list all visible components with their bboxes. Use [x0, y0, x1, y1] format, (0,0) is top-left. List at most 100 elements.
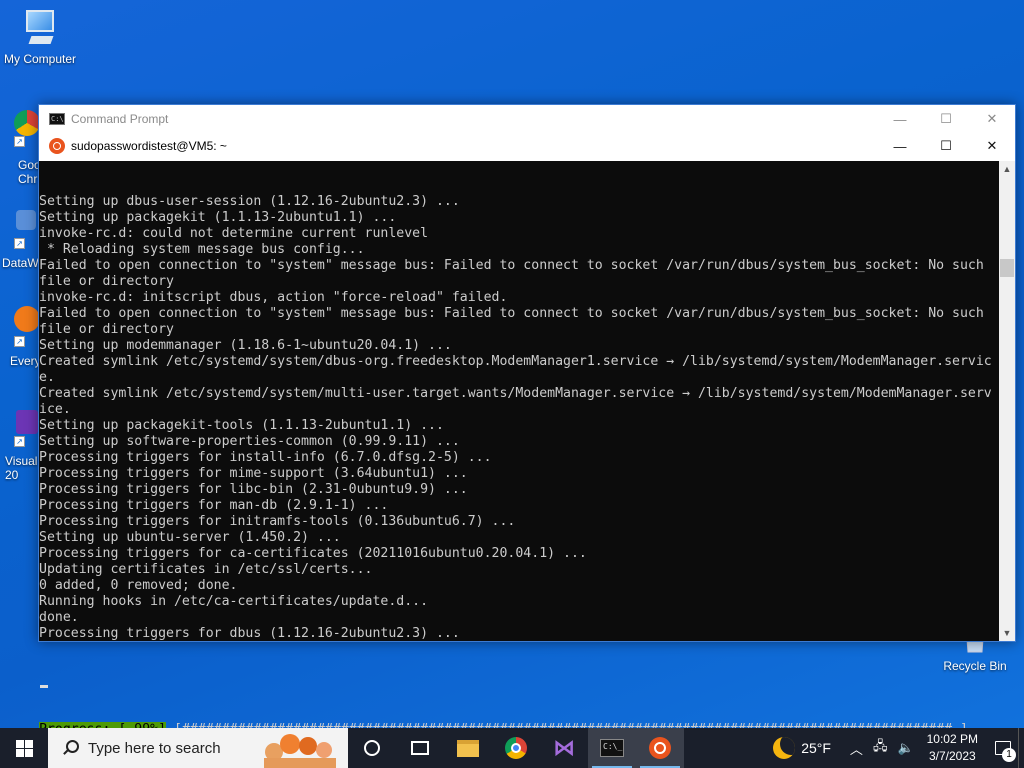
notification-count-badge: 1 — [1002, 748, 1016, 762]
terminal-line: ice. — [39, 402, 71, 417]
close-button[interactable]: ✕ — [969, 105, 1015, 133]
terminal-line: Processing triggers for ca-certificates … — [39, 546, 587, 561]
visual-studio-icon: ⋈ — [553, 735, 575, 761]
terminal-line: Setting up modemmanager (1.18.6-1~ubuntu… — [39, 338, 452, 353]
windows-logo-icon — [15, 739, 33, 757]
window-title: Command Prompt — [71, 112, 169, 126]
start-button[interactable] — [0, 728, 48, 768]
terminal-line: Setting up dbus-user-session (1.12.16-2u… — [39, 194, 460, 209]
terminal-line: Processing triggers for man-db (2.9.1-1)… — [39, 498, 389, 513]
chrome-icon — [14, 110, 40, 136]
terminal-line: Processing triggers for libc-bin (2.31-0… — [39, 482, 468, 497]
terminal-cursor-line — [39, 674, 999, 690]
terminal-line: file or directory — [39, 274, 174, 289]
desktop-icon-visual-studio[interactable]: ↗ Visual 20 — [0, 410, 40, 482]
file-explorer-button[interactable] — [444, 728, 492, 768]
cortana-icon — [364, 740, 380, 756]
terminal-cursor — [40, 685, 48, 688]
visual-studio-icon — [16, 410, 38, 434]
terminal-line: Processing triggers for dbus (1.12.16-2u… — [39, 626, 460, 641]
terminal-line: Setting up packagekit (1.1.13-2ubuntu1.1… — [39, 210, 397, 225]
search-highlight-illustration-icon — [264, 734, 336, 768]
terminal-maximize-button[interactable]: ☐ — [923, 133, 969, 159]
visual-studio-taskbar-button[interactable]: ⋈ — [540, 728, 588, 768]
terminal-line: * Reloading system message bus config... — [39, 242, 365, 257]
minimize-button[interactable]: — — [877, 105, 923, 133]
command-prompt-icon: C:\_ — [600, 739, 624, 757]
terminal-line: invoke-rc.d: initscript dbus, action "fo… — [39, 290, 508, 305]
desktop-icon-label: Visual 20 — [5, 454, 38, 482]
taskbar-search-box[interactable]: Type here to search — [48, 728, 348, 768]
terminal-minimize-button[interactable]: — — [877, 133, 923, 159]
terminal-line: e. — [39, 370, 55, 385]
network-icon[interactable]: 🖧 — [873, 737, 888, 759]
command-prompt-icon: C:\ — [49, 113, 65, 125]
vertical-scrollbar[interactable]: ▲ ▼ — [999, 161, 1015, 641]
action-center-button[interactable]: 1 — [988, 728, 1018, 768]
taskbar-clock[interactable]: 10:02 PM 3/7/2023 — [927, 731, 978, 765]
search-placeholder: Type here to search — [88, 739, 221, 757]
chevron-up-icon[interactable]: ︿ — [850, 739, 863, 758]
system-tray: 25°F ︿ 🖧 🔈 10:02 PM 3/7/2023 1 — [773, 728, 1024, 768]
command-prompt-taskbar-button[interactable]: C:\_ — [588, 728, 636, 768]
weather-temperature[interactable]: 25°F — [801, 740, 831, 756]
ubuntu-terminal-titlebar[interactable]: sudopasswordistest@VM5: ~ — ☐ ✕ — [39, 133, 1015, 159]
desktop-icon-label: Every — [10, 354, 41, 368]
terminal-line: Setting up packagekit-tools (1.1.13-2ubu… — [39, 418, 444, 433]
search-icon — [62, 740, 79, 756]
taskbar: Type here to search ⋈ C:\_ 25°F ︿ 🖧 🔈 10… — [0, 728, 1024, 768]
chrome-icon — [505, 737, 527, 759]
ubuntu-icon — [649, 737, 671, 759]
ubuntu-icon — [49, 138, 65, 154]
computer-icon — [22, 6, 58, 50]
folder-icon — [457, 739, 479, 757]
desktop-icon-label: DataW — [2, 256, 39, 270]
terminal-line: file or directory — [39, 322, 174, 337]
terminal-line: Updating certificates in /etc/ssl/certs.… — [39, 562, 373, 577]
scroll-down-arrow-icon[interactable]: ▼ — [999, 625, 1015, 641]
terminal-area[interactable]: Setting up dbus-user-session (1.12.16-2u… — [39, 161, 1015, 738]
desktop-icon-google-chrome[interactable]: ↗ Goo Chr — [0, 110, 41, 186]
maximize-button[interactable]: ☐ — [923, 105, 969, 133]
terminal-line: Failed to open connection to "system" me… — [39, 306, 984, 321]
terminal-line: Setting up software-properties-common (0… — [39, 434, 460, 449]
desktop-icon-everything[interactable]: ↗ Every — [0, 306, 41, 368]
terminal-line: done. — [39, 610, 79, 625]
terminal-line: Failed to open connection to "system" me… — [39, 258, 984, 273]
weather-moon-icon[interactable] — [773, 737, 796, 759]
show-desktop-button[interactable] — [1018, 728, 1024, 768]
terminal-line: Created symlink /etc/systemd/system/mult… — [39, 386, 992, 401]
desktop-icon-my-computer[interactable]: My Computer — [0, 6, 80, 66]
terminal-line: Running hooks in /etc/ca-certificates/up… — [39, 594, 429, 609]
shortcut-arrow-icon: ↗ — [14, 238, 25, 249]
everything-icon — [14, 306, 40, 332]
gear-icon — [16, 210, 36, 230]
volume-icon[interactable]: 🔈 — [897, 740, 913, 756]
cortana-button[interactable] — [348, 728, 396, 768]
terminal-line: Processing triggers for mime-support (3.… — [39, 466, 468, 481]
shortcut-arrow-icon: ↗ — [14, 336, 25, 347]
ubuntu-taskbar-button[interactable] — [636, 728, 684, 768]
shortcut-arrow-icon: ↗ — [14, 436, 25, 447]
command-prompt-window[interactable]: C:\ Command Prompt — ☐ ✕ sudopasswordist… — [38, 104, 1016, 738]
terminal-title: sudopasswordistest@VM5: ~ — [71, 139, 227, 153]
terminal-line: Processing triggers for install-info (6.… — [39, 450, 492, 465]
task-view-icon — [411, 741, 429, 755]
scrollbar-thumb[interactable] — [1000, 259, 1014, 277]
scroll-up-arrow-icon[interactable]: ▲ — [999, 161, 1015, 177]
shortcut-arrow-icon: ↗ — [14, 136, 25, 147]
desktop-icon-label: My Computer — [3, 52, 77, 66]
clock-date: 3/7/2023 — [928, 749, 976, 763]
terminal-line: Created symlink /etc/systemd/system/dbus… — [39, 354, 992, 369]
command-prompt-titlebar[interactable]: C:\ Command Prompt — ☐ ✕ — [39, 105, 1015, 133]
clock-time: 10:02 PM — [926, 732, 978, 746]
task-view-button[interactable] — [396, 728, 444, 768]
terminal-line: Setting up ubuntu-server (1.450.2) ... — [39, 530, 341, 545]
chrome-taskbar-button[interactable] — [492, 728, 540, 768]
terminal-line: Processing triggers for initramfs-tools … — [39, 514, 516, 529]
desktop-icon-datawrangler[interactable]: ↗ DataW — [0, 208, 40, 270]
terminal-line: invoke-rc.d: could not determine current… — [39, 226, 429, 241]
terminal-output: Setting up dbus-user-session (1.12.16-2u… — [39, 162, 999, 768]
terminal-line: 0 added, 0 removed; done. — [39, 578, 238, 593]
terminal-close-button[interactable]: ✕ — [969, 133, 1015, 159]
